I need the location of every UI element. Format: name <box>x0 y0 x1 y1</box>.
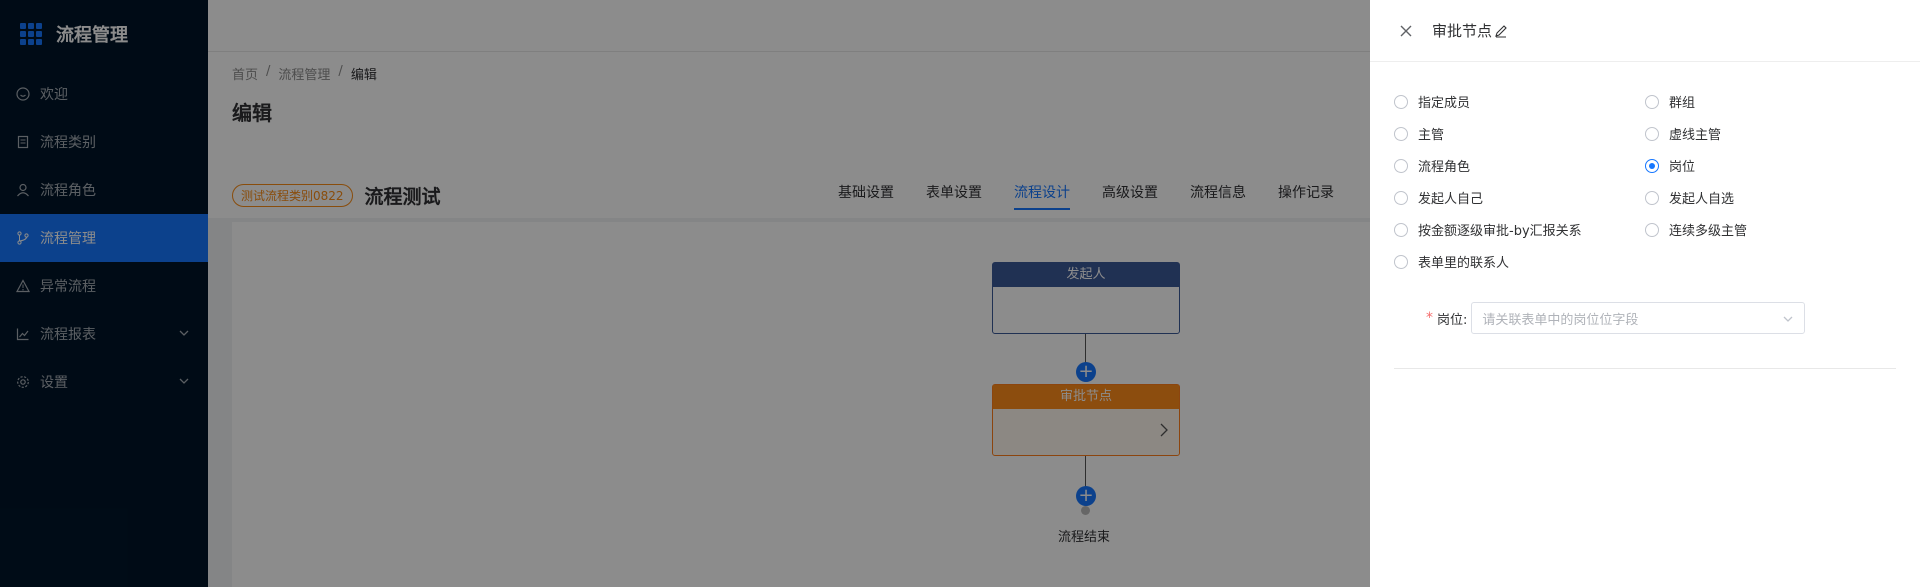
radio-circle <box>1645 222 1659 237</box>
radio-circle <box>1645 190 1659 205</box>
radio-position[interactable]: 岗位 <box>1645 156 1695 175</box>
position-select-placeholder: 请关联表单中的岗位位字段 <box>1482 312 1639 328</box>
radio-label: 发起人自选 <box>1669 192 1735 207</box>
chevron-down-icon <box>1783 316 1793 322</box>
radio-circle-selected <box>1645 158 1659 173</box>
radio-circle <box>1394 126 1408 141</box>
radio-circle <box>1394 190 1408 205</box>
radio-label: 虚线主管 <box>1669 128 1722 143</box>
radio-dotted-supervisor[interactable]: 虚线主管 <box>1645 124 1721 143</box>
radio-circle <box>1394 222 1408 237</box>
radio-label: 主管 <box>1418 128 1445 143</box>
radio-supervisor[interactable]: 主管 <box>1394 124 1444 143</box>
required-mark: * <box>1426 310 1433 326</box>
edit-icon[interactable] <box>1494 24 1508 38</box>
radio-label: 流程角色 <box>1418 160 1471 175</box>
radio-circle <box>1645 94 1659 109</box>
radio-circle <box>1645 126 1659 141</box>
radio-group[interactable]: 群组 <box>1645 92 1695 111</box>
close-icon[interactable] <box>1398 23 1414 39</box>
radio-label: 岗位 <box>1669 160 1696 175</box>
divider <box>1394 368 1896 369</box>
position-label: 岗位: <box>1437 312 1468 328</box>
position-form-row: * 岗位: 请关联表单中的岗位位字段 <box>1426 302 1806 334</box>
radio-label: 连续多级主管 <box>1669 224 1748 239</box>
drawer-header: 审批节点 <box>1370 0 1920 62</box>
radio-specified-member[interactable]: 指定成员 <box>1394 92 1470 111</box>
radio-multi-level-supervisor[interactable]: 连续多级主管 <box>1645 220 1747 239</box>
radio-form-contact[interactable]: 表单里的联系人 <box>1394 252 1509 271</box>
drawer-mask[interactable] <box>0 0 1370 587</box>
radio-label: 指定成员 <box>1418 96 1471 111</box>
position-select[interactable]: 请关联表单中的岗位位字段 <box>1471 302 1806 334</box>
radio-circle <box>1394 158 1408 173</box>
radio-amount-level[interactable]: 按金额逐级审批-by汇报关系 <box>1394 220 1582 239</box>
drawer-title: 审批节点 <box>1432 22 1493 40</box>
radio-label: 发起人自己 <box>1418 192 1484 207</box>
radio-label: 表单里的联系人 <box>1418 256 1510 271</box>
radio-flow-role[interactable]: 流程角色 <box>1394 156 1470 175</box>
radio-label: 按金额逐级审批-by汇报关系 <box>1418 224 1582 239</box>
radio-label: 群组 <box>1669 96 1696 111</box>
radio-initiator-choose[interactable]: 发起人自选 <box>1645 188 1734 207</box>
radio-circle <box>1394 94 1408 109</box>
radio-initiator-self[interactable]: 发起人自己 <box>1394 188 1483 207</box>
node-settings-drawer: 审批节点 指定成员 主管 流程角色 发起人自己 按金额逐级审批-by汇报关系 表… <box>1370 0 1920 587</box>
radio-circle <box>1394 254 1408 269</box>
